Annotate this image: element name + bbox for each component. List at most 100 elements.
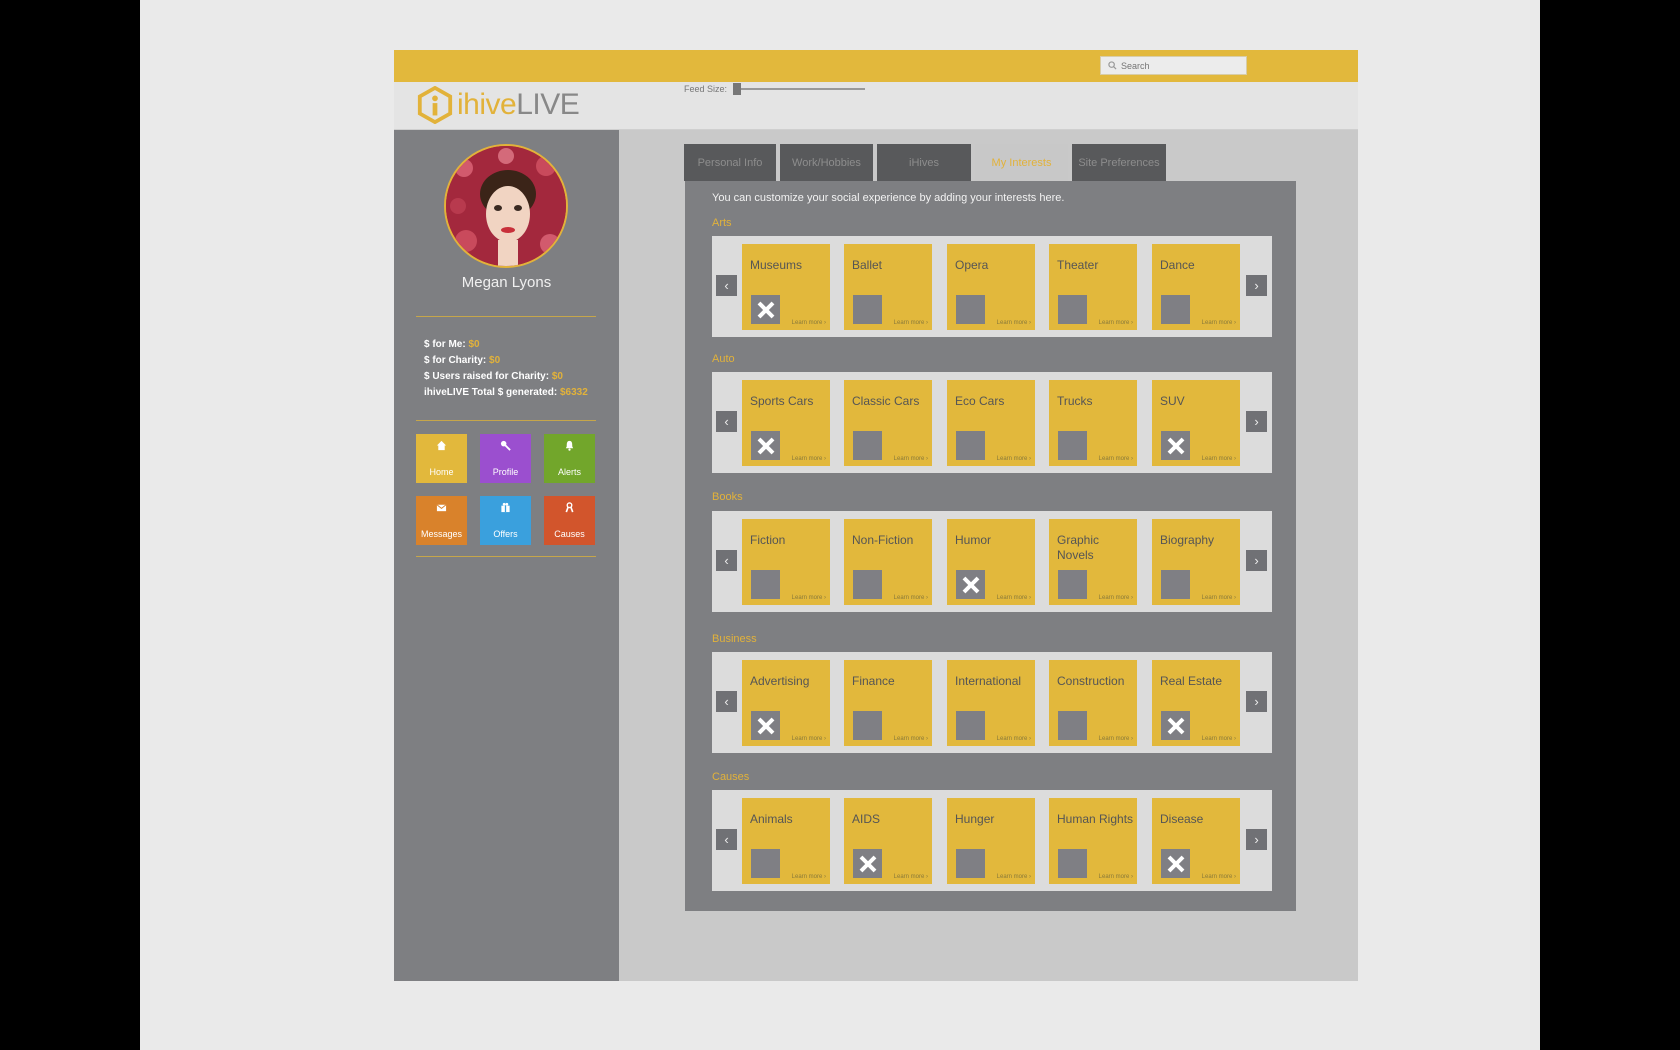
feed-size-slider[interactable] <box>733 83 866 95</box>
selected-checkbox[interactable] <box>1161 849 1190 878</box>
nav-home[interactable]: Home <box>416 434 467 483</box>
interest-checkbox[interactable] <box>853 711 882 740</box>
interest-card[interactable]: Museums Learn more › <box>742 244 830 330</box>
interest-checkbox[interactable] <box>956 431 985 460</box>
avatar[interactable] <box>444 144 568 268</box>
interest-checkbox[interactable] <box>853 295 882 324</box>
next-arrow-button[interactable]: › <box>1246 411 1267 432</box>
next-arrow-button[interactable]: › <box>1246 691 1267 712</box>
prev-arrow-button[interactable]: ‹ <box>716 550 737 571</box>
next-arrow-button[interactable]: › <box>1246 275 1267 296</box>
interest-card[interactable]: SUV Learn more › <box>1152 380 1240 466</box>
interest-checkbox[interactable] <box>1058 711 1087 740</box>
interest-checkbox[interactable] <box>956 849 985 878</box>
interest-card[interactable]: Animals Learn more › <box>742 798 830 884</box>
learn-more-link[interactable]: Learn more › <box>894 320 928 326</box>
interest-card[interactable]: Classic Cars Learn more › <box>844 380 932 466</box>
learn-more-link[interactable]: Learn more › <box>894 595 928 601</box>
interest-card[interactable]: Biography Learn more › <box>1152 519 1240 605</box>
interest-card[interactable]: Disease Learn more › <box>1152 798 1240 884</box>
nav-profile[interactable]: Profile <box>480 434 531 483</box>
interest-card[interactable]: AIDS Learn more › <box>844 798 932 884</box>
learn-more-link[interactable]: Learn more › <box>1202 595 1236 601</box>
interest-card[interactable]: Finance Learn more › <box>844 660 932 746</box>
learn-more-link[interactable]: Learn more › <box>1202 874 1236 880</box>
selected-checkbox[interactable] <box>1161 711 1190 740</box>
slider-handle[interactable] <box>733 83 742 95</box>
selected-checkbox[interactable] <box>751 431 780 460</box>
learn-more-link[interactable]: Learn more › <box>997 595 1031 601</box>
interest-card[interactable]: Trucks Learn more › <box>1049 380 1137 466</box>
learn-more-link[interactable]: Learn more › <box>792 736 826 742</box>
prev-arrow-button[interactable]: ‹ <box>716 691 737 712</box>
prev-arrow-button[interactable]: ‹ <box>716 829 737 850</box>
interest-card[interactable]: Construction Learn more › <box>1049 660 1137 746</box>
interest-checkbox[interactable] <box>751 849 780 878</box>
learn-more-link[interactable]: Learn more › <box>1099 736 1133 742</box>
learn-more-link[interactable]: Learn more › <box>792 874 826 880</box>
learn-more-link[interactable]: Learn more › <box>792 595 826 601</box>
interest-card[interactable]: Humor Learn more › <box>947 519 1035 605</box>
learn-more-link[interactable]: Learn more › <box>1202 456 1236 462</box>
interest-checkbox[interactable] <box>1058 849 1087 878</box>
tab-my-interests[interactable]: My Interests <box>975 144 1068 181</box>
logo[interactable]: ihiveLIVE <box>416 86 580 124</box>
learn-more-link[interactable]: Learn more › <box>1099 595 1133 601</box>
interest-card[interactable]: Ballet Learn more › <box>844 244 932 330</box>
nav-offers[interactable]: Offers <box>480 496 531 545</box>
learn-more-link[interactable]: Learn more › <box>792 456 826 462</box>
learn-more-link[interactable]: Learn more › <box>1099 874 1133 880</box>
interest-card[interactable]: International Learn more › <box>947 660 1035 746</box>
learn-more-link[interactable]: Learn more › <box>792 320 826 326</box>
interest-card[interactable]: Human Rights Learn more › <box>1049 798 1137 884</box>
interest-card[interactable]: Fiction Learn more › <box>742 519 830 605</box>
selected-checkbox[interactable] <box>751 711 780 740</box>
learn-more-link[interactable]: Learn more › <box>1202 736 1236 742</box>
interest-checkbox[interactable] <box>853 431 882 460</box>
interest-checkbox[interactable] <box>853 570 882 599</box>
learn-more-link[interactable]: Learn more › <box>1099 456 1133 462</box>
interest-checkbox[interactable] <box>1161 295 1190 324</box>
interest-checkbox[interactable] <box>1058 431 1087 460</box>
learn-more-link[interactable]: Learn more › <box>997 736 1031 742</box>
next-arrow-button[interactable]: › <box>1246 550 1267 571</box>
interest-checkbox[interactable] <box>1058 295 1087 324</box>
interest-card[interactable]: Theater Learn more › <box>1049 244 1137 330</box>
interest-card[interactable]: Real Estate Learn more › <box>1152 660 1240 746</box>
selected-checkbox[interactable] <box>853 849 882 878</box>
selected-checkbox[interactable] <box>751 295 780 324</box>
prev-arrow-button[interactable]: ‹ <box>716 275 737 296</box>
tab-personal-info[interactable]: Personal Info <box>684 144 776 181</box>
interest-card[interactable]: Dance Learn more › <box>1152 244 1240 330</box>
learn-more-link[interactable]: Learn more › <box>997 456 1031 462</box>
interest-card[interactable]: Opera Learn more › <box>947 244 1035 330</box>
interest-card[interactable]: Non-Fiction Learn more › <box>844 519 932 605</box>
nav-messages[interactable]: Messages <box>416 496 467 545</box>
tab-site-preferences[interactable]: Site Preferences <box>1072 144 1166 181</box>
search-input[interactable] <box>1121 60 1231 71</box>
selected-checkbox[interactable] <box>956 570 985 599</box>
nav-alerts[interactable]: Alerts <box>544 434 595 483</box>
learn-more-link[interactable]: Learn more › <box>894 736 928 742</box>
nav-causes[interactable]: Causes <box>544 496 595 545</box>
learn-more-link[interactable]: Learn more › <box>1202 320 1236 326</box>
next-arrow-button[interactable]: › <box>1246 829 1267 850</box>
interest-checkbox[interactable] <box>956 295 985 324</box>
interest-checkbox[interactable] <box>751 570 780 599</box>
interest-checkbox[interactable] <box>1161 570 1190 599</box>
interest-card[interactable]: Graphic Novels Learn more › <box>1049 519 1137 605</box>
prev-arrow-button[interactable]: ‹ <box>716 411 737 432</box>
learn-more-link[interactable]: Learn more › <box>894 874 928 880</box>
learn-more-link[interactable]: Learn more › <box>894 456 928 462</box>
learn-more-link[interactable]: Learn more › <box>997 320 1031 326</box>
interest-card[interactable]: Sports Cars Learn more › <box>742 380 830 466</box>
search-box[interactable] <box>1100 56 1247 75</box>
interest-card[interactable]: Hunger Learn more › <box>947 798 1035 884</box>
interest-checkbox[interactable] <box>1058 570 1087 599</box>
learn-more-link[interactable]: Learn more › <box>997 874 1031 880</box>
interest-checkbox[interactable] <box>956 711 985 740</box>
selected-checkbox[interactable] <box>1161 431 1190 460</box>
interest-card[interactable]: Advertising Learn more › <box>742 660 830 746</box>
tab-ihives[interactable]: iHives <box>877 144 971 181</box>
learn-more-link[interactable]: Learn more › <box>1099 320 1133 326</box>
